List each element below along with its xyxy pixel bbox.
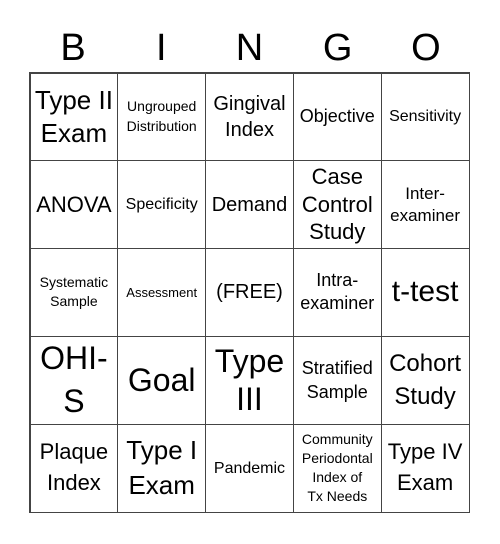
bingo-cell[interactable]: Assessment xyxy=(117,248,207,337)
bingo-cell[interactable]: Case Control Study xyxy=(292,160,382,250)
bingo-cell[interactable]: Cohort Study xyxy=(380,335,470,425)
bingo-cell[interactable]: Stratified Sample xyxy=(292,335,382,425)
bingo-cell[interactable]: Type III xyxy=(205,335,294,425)
bingo-cell[interactable]: t-test xyxy=(380,248,470,337)
header-letter-i: I xyxy=(156,27,167,69)
header-letter-n: N xyxy=(235,27,264,69)
bingo-header: B I N G O xyxy=(29,26,470,70)
bingo-cell[interactable]: Demand xyxy=(205,160,294,250)
bingo-cell[interactable]: Inter- examiner xyxy=(380,160,470,250)
bingo-cell[interactable]: Intra- examiner xyxy=(292,248,382,337)
bingo-cell[interactable]: Type II Exam xyxy=(29,72,119,162)
bingo-cell[interactable]: Plaque Index xyxy=(29,423,119,513)
bingo-grid: Type II Exam Ungrouped Distribution Gingiv… xyxy=(29,72,470,513)
bingo-cell[interactable]: Systematic Sample xyxy=(29,248,119,337)
bingo-cell[interactable]: Ungrouped Distribution xyxy=(117,72,207,162)
bingo-cell[interactable]: Community Periodontal Index of Tx Needs xyxy=(292,423,382,513)
bingo-cell[interactable]: Gingival Index xyxy=(205,72,294,162)
bingo-cell[interactable]: Pandemic xyxy=(205,423,294,513)
bingo-cell[interactable]: Objective xyxy=(292,72,382,162)
bingo-cell[interactable]: (FREE) xyxy=(205,248,294,337)
header-letter-g: G xyxy=(322,27,353,69)
bingo-cell[interactable]: Type IV Exam xyxy=(380,423,470,513)
bingo-cell[interactable]: OHI- S xyxy=(29,335,119,425)
header-letter-o: O xyxy=(411,27,441,69)
bingo-cell[interactable]: Sensitivity xyxy=(380,72,470,162)
bingo-cell[interactable]: Specificity xyxy=(117,160,207,250)
bingo-cell[interactable]: Goal xyxy=(117,335,207,425)
bingo-cell[interactable]: Type I Exam xyxy=(117,423,207,513)
bingo-cell[interactable]: ANOVA xyxy=(29,160,119,250)
header-letter-b: B xyxy=(60,27,86,69)
